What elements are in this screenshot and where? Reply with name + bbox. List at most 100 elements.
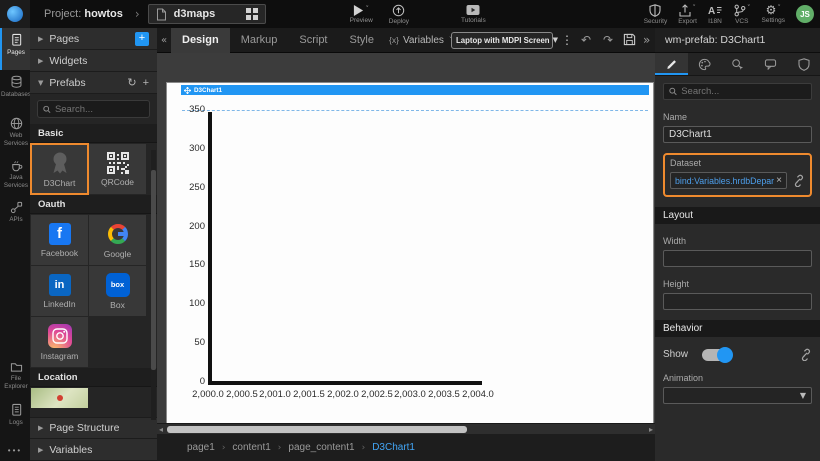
tab-styles[interactable] bbox=[688, 53, 721, 75]
security-button[interactable]: Security bbox=[644, 0, 667, 28]
selected-widget-label: D3Chart1 bbox=[194, 87, 222, 94]
prefab-search[interactable] bbox=[37, 100, 150, 118]
tab-design[interactable]: Design bbox=[171, 28, 230, 53]
name-input[interactable] bbox=[663, 126, 812, 143]
export-icon bbox=[679, 4, 691, 17]
grid-icon bbox=[246, 8, 258, 20]
properties-search-input[interactable] bbox=[681, 86, 806, 97]
properties-panel-title: wm-prefab: D3Chart1 bbox=[655, 28, 820, 53]
settings-button[interactable]: ⚙˅ Settings bbox=[762, 0, 786, 28]
preview-button[interactable]: ˅ Preview bbox=[350, 0, 373, 28]
device-selector[interactable]: Laptop with MDPI Screen ▼ bbox=[451, 32, 553, 49]
rail-item-java-services[interactable]: Java Services bbox=[0, 154, 30, 196]
scroll-left-arrow[interactable]: ◂ bbox=[159, 424, 163, 435]
export-button[interactable]: ˅ Export bbox=[678, 0, 697, 28]
properties-search[interactable] bbox=[663, 83, 812, 100]
scroll-right-arrow[interactable]: ▸ bbox=[649, 424, 653, 435]
deploy-button[interactable]: Deploy bbox=[389, 0, 409, 28]
collapse-right-panel-button[interactable]: » bbox=[643, 33, 650, 47]
scrollbar-thumb[interactable] bbox=[167, 426, 467, 433]
box-icon: box bbox=[106, 273, 130, 297]
prefab-tile-location-map[interactable] bbox=[31, 388, 88, 408]
import-prefab-button[interactable]: + bbox=[143, 77, 149, 89]
section-page-structure[interactable]: ▶ Page Structure bbox=[30, 417, 157, 439]
section-variables[interactable]: ▶ Variables bbox=[30, 439, 157, 461]
height-input[interactable] bbox=[663, 293, 812, 310]
pages-icon bbox=[10, 33, 23, 47]
breadcrumb-page-content1[interactable]: page_content1 bbox=[288, 442, 354, 453]
bind-link-icon[interactable] bbox=[799, 348, 812, 361]
redo-icon[interactable]: ↷ bbox=[603, 33, 613, 47]
vcs-button[interactable]: ˅ VCS bbox=[733, 0, 751, 28]
wavemaker-logo[interactable] bbox=[0, 0, 30, 28]
y-tick: 100 bbox=[167, 298, 205, 309]
rail-item-databases[interactable]: Databases bbox=[0, 70, 30, 112]
prefab-search-input[interactable] bbox=[55, 104, 144, 115]
collapse-left-panel-button[interactable]: « bbox=[157, 35, 171, 46]
selected-widget-bar[interactable]: D3Chart1 bbox=[181, 85, 649, 95]
prefab-tile-instagram[interactable]: Instagram bbox=[31, 317, 88, 367]
breadcrumb-separator: › bbox=[278, 443, 282, 453]
shield-outline-icon bbox=[798, 58, 810, 71]
page-tab-d3maps[interactable]: d3maps bbox=[148, 4, 266, 24]
translate-icon: A bbox=[708, 4, 722, 17]
tab-security[interactable] bbox=[787, 53, 820, 75]
rail-more-icon[interactable]: ••• bbox=[0, 440, 30, 461]
rail-item-web-services[interactable]: Web Services bbox=[0, 112, 30, 154]
animation-select[interactable]: ▼ bbox=[663, 387, 812, 404]
prefab-tile-box[interactable]: box Box bbox=[89, 266, 146, 316]
tab-style[interactable]: Style bbox=[339, 28, 385, 53]
breadcrumb-page1[interactable]: page1 bbox=[187, 442, 215, 453]
more-options-kebab-icon[interactable]: ⋮ bbox=[561, 33, 573, 47]
refresh-icon[interactable]: ↻ bbox=[127, 76, 136, 89]
canvas-horizontal-scrollbar[interactable]: ◂ ▸ bbox=[157, 423, 655, 434]
i18n-button[interactable]: A I18N bbox=[708, 0, 722, 28]
tab-properties[interactable] bbox=[655, 53, 688, 75]
breadcrumb-separator: › bbox=[222, 443, 226, 453]
user-avatar[interactable]: JS bbox=[796, 5, 814, 23]
animation-label: Animation bbox=[663, 373, 812, 383]
clear-binding-icon[interactable]: × bbox=[776, 175, 782, 186]
tutorials-button[interactable]: Tutorials bbox=[461, 0, 486, 28]
bind-link-icon[interactable] bbox=[792, 174, 805, 187]
panel-scrollbar[interactable] bbox=[151, 150, 156, 420]
dataset-bind-input[interactable] bbox=[675, 176, 774, 186]
magnifier-cursor-icon bbox=[731, 58, 744, 71]
tab-messages[interactable] bbox=[754, 53, 787, 75]
prefab-tile-qrcode[interactable]: QRCode bbox=[89, 144, 146, 194]
show-toggle[interactable] bbox=[702, 349, 732, 361]
tab-script[interactable]: Script bbox=[288, 28, 338, 53]
rail-item-logs[interactable]: Logs bbox=[0, 398, 30, 440]
section-widgets[interactable]: ▶ Widgets bbox=[30, 50, 157, 72]
caret-down-icon: ▼ bbox=[38, 79, 43, 87]
variables-dropdown[interactable]: {x} Variables ˅ bbox=[389, 35, 452, 46]
breadcrumb-separator: › bbox=[362, 443, 366, 453]
width-input[interactable] bbox=[663, 250, 812, 267]
add-page-button[interactable]: + bbox=[135, 32, 149, 46]
rail-item-apis[interactable]: APIs bbox=[0, 196, 30, 238]
breadcrumb-content1[interactable]: content1 bbox=[232, 442, 270, 453]
section-prefabs[interactable]: ▼ Prefabs ↻ + bbox=[30, 72, 157, 94]
prefab-tile-google[interactable]: Google bbox=[89, 215, 146, 265]
section-pages[interactable]: ▶ Pages + bbox=[30, 28, 157, 50]
tab-events[interactable] bbox=[721, 53, 754, 75]
qrcode-icon bbox=[107, 152, 129, 174]
undo-icon[interactable]: ↶ bbox=[581, 33, 591, 47]
design-canvas-page[interactable]: D3Chart1 350 300 250 200 150 100 50 0 2,… bbox=[166, 82, 654, 423]
prefab-tile-linkedin[interactable]: in LinkedIn bbox=[31, 266, 88, 316]
chart-x-axis bbox=[208, 381, 482, 385]
x-tick: 2,004.0 bbox=[456, 389, 500, 400]
canvas-column: « Design Markup Script Style {x} Variabl… bbox=[157, 28, 655, 461]
y-tick: 300 bbox=[167, 143, 205, 154]
properties-tabs bbox=[655, 53, 820, 76]
prefab-tile-facebook[interactable]: f Facebook bbox=[31, 215, 88, 265]
rail-item-pages[interactable]: Pages bbox=[0, 28, 30, 70]
rail-item-file-explorer[interactable]: File Explorer bbox=[0, 356, 30, 398]
caret-right-icon: ▶ bbox=[38, 446, 43, 454]
tab-markup[interactable]: Markup bbox=[230, 28, 289, 53]
y-tick: 0 bbox=[167, 376, 205, 387]
prefab-tile-d3chart[interactable]: D3Chart bbox=[31, 144, 88, 194]
dataset-bind-field[interactable]: × bbox=[670, 172, 787, 189]
breadcrumb-d3chart1[interactable]: D3Chart1 bbox=[372, 442, 415, 453]
save-icon[interactable] bbox=[623, 33, 636, 46]
